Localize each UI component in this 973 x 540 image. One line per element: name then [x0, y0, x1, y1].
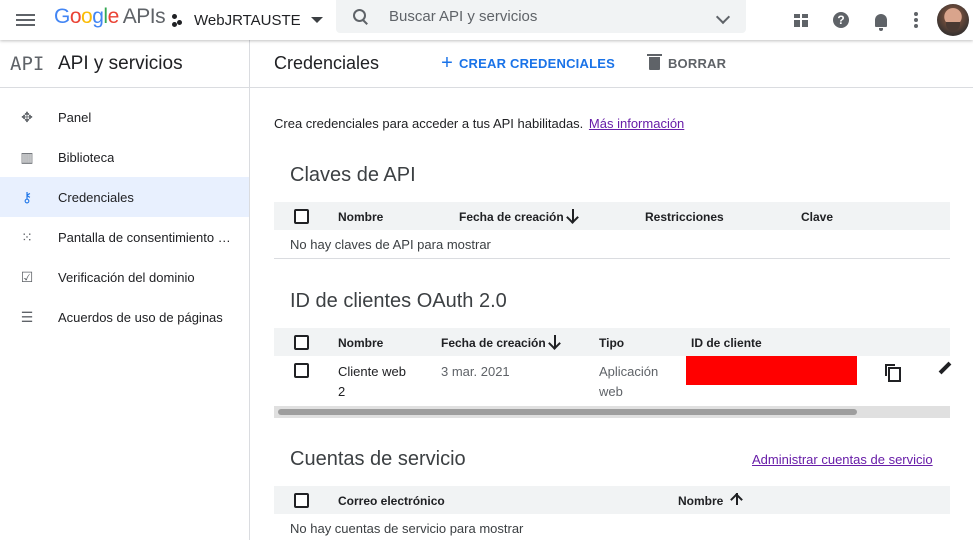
more-vert-icon — [914, 12, 918, 28]
library-icon: ▥ — [20, 148, 34, 165]
select-all-checkbox[interactable] — [294, 209, 309, 224]
delete-button[interactable]: BORRAR — [646, 54, 727, 71]
sidebar-title: API y servicios — [58, 52, 183, 74]
column-header[interactable]: Correo electrónico — [338, 494, 445, 508]
project-icon — [172, 13, 186, 27]
horizontal-scrollbar[interactable] — [274, 406, 950, 418]
api-keys-title: Claves de API — [290, 164, 416, 186]
dashboard-icon: ✥ — [21, 108, 33, 125]
consent-dots-icon: ⁙ — [21, 228, 33, 245]
sidebar-item-label: Panel — [58, 109, 92, 125]
project-name: WebJRTAUSTE — [194, 11, 301, 29]
select-all-checkbox[interactable] — [294, 493, 309, 508]
table-header: Nombre Fecha de creación Restricciones C… — [274, 202, 950, 230]
page-title: Credenciales — [274, 53, 380, 73]
creation-date: 3 mar. 2021 — [441, 364, 510, 379]
google-apis-logo[interactable]: Google APIs — [54, 5, 166, 29]
sidebar-item-domain-verification[interactable]: ☑ Verificación del dominio — [0, 257, 249, 297]
project-selector[interactable]: WebJRTAUSTE — [172, 7, 323, 33]
client-type: Aplicación web — [599, 364, 659, 399]
column-header[interactable]: Nombre — [338, 336, 383, 350]
notifications-button[interactable] — [861, 4, 901, 36]
more-info-link[interactable]: Más información — [589, 116, 684, 131]
trash-icon — [646, 54, 662, 70]
table-header: Correo electrónico Nombre — [274, 486, 950, 514]
oauth-title: ID de clientes OAuth 2.0 — [290, 290, 507, 312]
service-accounts-title: Cuentas de servicio — [290, 448, 466, 470]
sidebar-item-label: Biblioteca — [58, 149, 115, 165]
main-content: Credenciales + CREAR CREDENCIALES BORRAR… — [250, 40, 973, 540]
select-all-checkbox[interactable] — [294, 335, 309, 350]
table-header: Nombre Fecha de creación Tipo ID de clie… — [274, 328, 950, 356]
more-options-button[interactable] — [901, 4, 931, 36]
table-row[interactable]: Cliente web 2 3 mar. 2021 Aplicación web — [274, 356, 952, 406]
edit-icon[interactable] — [938, 361, 952, 375]
scrollbar-thumb[interactable] — [278, 409, 857, 415]
gift-button[interactable] — [781, 4, 821, 36]
sidebar-nav: ✥ Panel ▥ Biblioteca ⚷ Credenciales ⁙ Pa… — [0, 88, 249, 337]
sidebar-item-label: Pantalla de consentimiento de OAuth — [58, 229, 233, 245]
search-bar[interactable] — [336, 0, 746, 33]
create-credentials-button[interactable]: + CREAR CREDENCIALES — [441, 52, 615, 74]
sidebar-item-consent-screen[interactable]: ⁙ Pantalla de consentimiento de OAuth — [0, 217, 249, 257]
avatar[interactable] — [937, 4, 969, 36]
settings-list-icon: ☰ — [20, 308, 34, 325]
caret-down-icon — [310, 17, 323, 23]
column-header[interactable]: Nombre — [678, 494, 723, 508]
sidebar-item-library[interactable]: ▥ Biblioteca — [0, 137, 249, 177]
page-header: Credenciales + CREAR CREDENCIALES BORRAR — [250, 40, 973, 88]
column-header[interactable]: ID de cliente — [691, 336, 762, 350]
sidebar-item-panel[interactable]: ✥ Panel — [0, 97, 249, 137]
empty-message: No hay claves de API para mostrar — [274, 230, 950, 259]
manage-service-accounts-link[interactable]: Administrar cuentas de servicio — [752, 452, 933, 467]
column-header[interactable]: Restricciones — [645, 210, 724, 224]
gift-icon — [794, 13, 808, 27]
intro-text: Crea credenciales para acceder a tus API… — [274, 116, 685, 131]
service-accounts-table: Correo electrónico Nombre No hay cuentas… — [274, 486, 950, 540]
sort-down-icon[interactable] — [548, 335, 562, 349]
bell-icon — [875, 13, 887, 31]
column-header[interactable]: Tipo — [599, 336, 624, 350]
oauth-table: Nombre Fecha de creación Tipo ID de clie… — [274, 328, 952, 418]
key-icon: ⚷ — [21, 188, 33, 205]
sidebar-item-label: Verificación del dominio — [58, 269, 195, 285]
chevron-down-icon[interactable] — [715, 9, 731, 25]
delete-label: BORRAR — [667, 56, 727, 71]
row-checkbox[interactable] — [294, 363, 309, 378]
api-logo-icon: API — [10, 52, 45, 75]
client-id-redacted — [686, 356, 857, 385]
column-header[interactable]: Fecha de creación — [459, 210, 564, 224]
search-input[interactable] — [389, 8, 689, 25]
top-app-bar: GoogleAPIs WebJRTAUSTE ? — [0, 0, 973, 40]
main-menu-icon[interactable] — [14, 9, 38, 31]
top-actions: ? — [781, 0, 973, 40]
search-icon — [352, 8, 370, 26]
sort-down-icon[interactable] — [566, 209, 580, 223]
help-icon: ? — [833, 12, 849, 28]
help-button[interactable]: ? — [821, 4, 861, 36]
column-header[interactable]: Clave — [801, 210, 833, 224]
sidebar: API API y servicios ✥ Panel ▥ Biblioteca… — [0, 40, 250, 540]
api-keys-table: Nombre Fecha de creación Restricciones C… — [274, 202, 950, 259]
column-header[interactable]: Nombre — [338, 210, 383, 224]
sidebar-item-page-usage[interactable]: ☰ Acuerdos de uso de páginas — [0, 297, 249, 337]
checkbox-icon: ☑ — [20, 268, 34, 285]
column-header[interactable]: Fecha de creación — [441, 336, 546, 350]
sidebar-item-label: Acuerdos de uso de páginas — [58, 309, 223, 325]
empty-message: No hay cuentas de servicio para mostrar — [274, 514, 950, 540]
client-name[interactable]: Cliente web 2 — [338, 362, 406, 402]
copy-icon[interactable] — [885, 364, 901, 382]
sidebar-header: API API y servicios — [0, 40, 249, 88]
sort-up-icon[interactable] — [730, 493, 744, 507]
create-credentials-label: CREAR CREDENCIALES — [458, 56, 615, 71]
sidebar-item-label: Credenciales — [58, 189, 134, 205]
sidebar-item-credentials[interactable]: ⚷ Credenciales — [0, 177, 249, 217]
plus-icon: + — [441, 52, 453, 74]
